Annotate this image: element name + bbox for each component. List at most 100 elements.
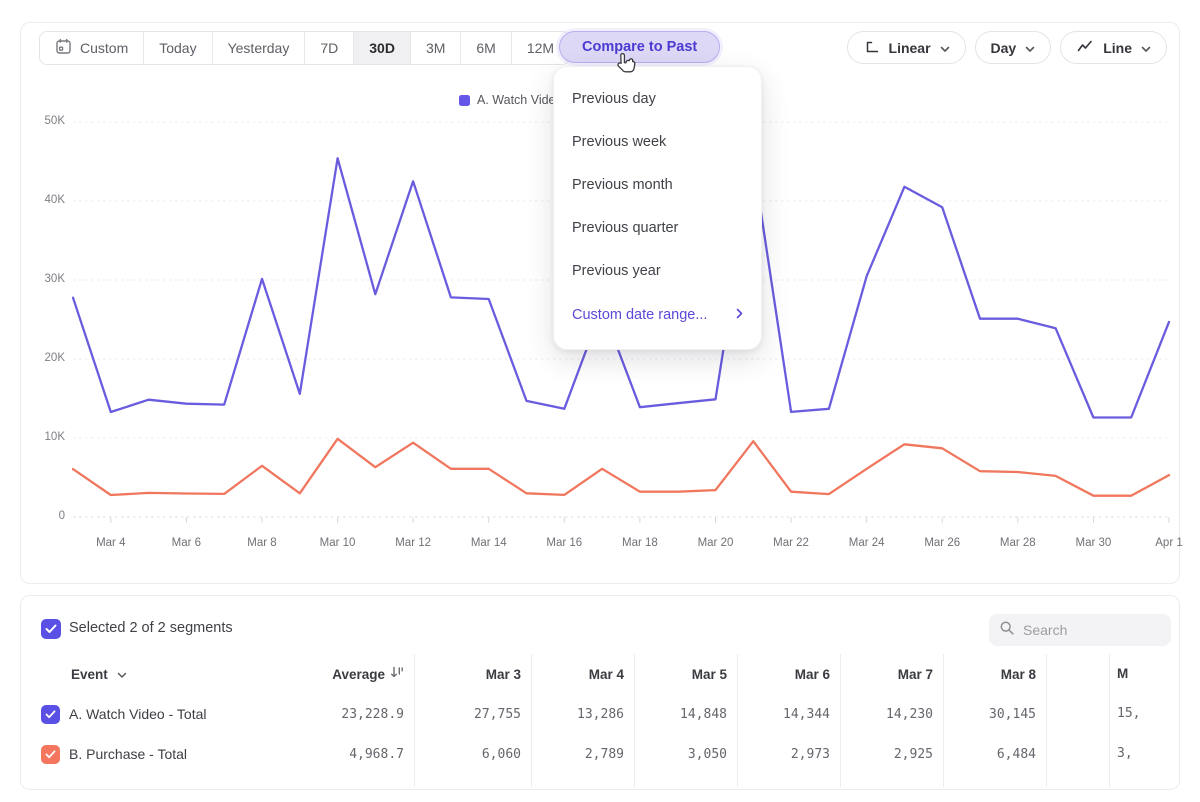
preset-3m[interactable]: 3M: [410, 32, 460, 64]
date-column-header[interactable]: Mar 8: [943, 667, 1046, 682]
value-cell: 3,050: [634, 747, 737, 762]
dashboard-page: 50K40K30K20K10K0 Mar 4Mar 6Mar 8Mar 10Ma…: [0, 0, 1200, 802]
chevron-down-icon: [117, 667, 127, 682]
date-column-header[interactable]: Mar 4: [531, 667, 634, 682]
preset-group: Custom Today Yesterday 7D 30D 3M 6M 12M: [39, 31, 570, 65]
x-tick-label: Mar 14: [471, 537, 507, 549]
date-column-header[interactable]: Mar 7: [840, 667, 943, 682]
select-all-checkbox[interactable]: [41, 619, 61, 639]
legend-label: A. Watch Video: [477, 93, 562, 107]
value-cell: 13,286: [531, 707, 634, 722]
segment-label: B. Purchase - Total: [69, 746, 187, 762]
average-column-header[interactable]: Average: [301, 666, 414, 682]
menu-item-custom-date-range[interactable]: Custom date range...: [554, 292, 761, 337]
x-tick-label: Mar 8: [247, 537, 276, 549]
preset-label: Today: [159, 40, 196, 56]
x-tick-label: Mar 24: [849, 537, 885, 549]
segment-checkbox[interactable]: [41, 745, 60, 764]
value-cell: 14,344: [737, 707, 840, 722]
sort-descending-icon: [390, 666, 404, 682]
segments-header: Selected 2 of 2 segments: [21, 596, 1179, 654]
x-tick-label: Mar 30: [1076, 537, 1112, 549]
preset-6m[interactable]: 6M: [460, 32, 510, 64]
value-cell: 30,145: [943, 707, 1046, 722]
search-box[interactable]: [989, 614, 1171, 646]
chart-legend: A. Watch Video: [459, 93, 562, 107]
chevron-down-icon: [1141, 40, 1151, 56]
value-cell: 6,060: [414, 747, 531, 762]
y-tick-label: 40K: [29, 194, 65, 206]
event-header-label: Event: [71, 667, 108, 682]
legend-swatch: [459, 95, 470, 106]
event-column-header[interactable]: Event: [21, 667, 301, 682]
average-cell: 4,968.7: [301, 747, 414, 762]
segments-card: Selected 2 of 2 segments Event Average: [20, 595, 1180, 790]
y-tick-label: 50K: [29, 115, 65, 127]
menu-item-previous-year[interactable]: Previous year: [554, 249, 761, 292]
chart-controls: Linear Day Line: [847, 31, 1167, 64]
segment-checkbox[interactable]: [41, 705, 60, 724]
preset-7d[interactable]: 7D: [304, 32, 353, 64]
menu-item-previous-week[interactable]: Previous week: [554, 120, 761, 163]
scale-dropdown[interactable]: Linear: [847, 31, 966, 64]
truncated-value-cell: 15,: [1117, 706, 1140, 721]
y-tick-label: 10K: [29, 431, 65, 443]
selected-summary: Selected 2 of 2 segments: [69, 620, 233, 636]
preset-label: 3M: [426, 40, 445, 56]
value-cell: 14,848: [634, 707, 737, 722]
value-cell: 2,925: [840, 747, 943, 762]
date-column-header[interactable]: Mar 6: [737, 667, 840, 682]
preset-yesterday[interactable]: Yesterday: [212, 32, 305, 64]
x-tick-label: Mar 12: [395, 537, 431, 549]
preset-today[interactable]: Today: [143, 32, 211, 64]
preset-label: 30D: [369, 40, 395, 56]
y-tick-label: 30K: [29, 273, 65, 285]
compare-to-past-button[interactable]: Compare to Past: [559, 31, 720, 63]
x-tick-label: Mar 4: [96, 537, 125, 549]
value-cell: 27,755: [414, 707, 531, 722]
preset-label: Custom: [80, 40, 128, 56]
y-tick-label: 20K: [29, 352, 65, 364]
x-tick-label: Mar 16: [546, 537, 582, 549]
search-icon: [999, 620, 1015, 641]
date-column-header[interactable]: Mar 3: [414, 667, 531, 682]
preset-label: 7D: [320, 40, 338, 56]
chart-type-dropdown[interactable]: Line: [1060, 31, 1167, 64]
chart-type-dropdown-label: Line: [1103, 40, 1132, 56]
x-tick-label: Mar 22: [773, 537, 809, 549]
table-row: A. Watch Video - Total 23,228.927,75513,2…: [21, 694, 1046, 734]
interval-dropdown[interactable]: Day: [975, 31, 1052, 64]
chevron-down-icon: [940, 40, 950, 56]
average-cell: 23,228.9: [301, 707, 414, 722]
x-tick-label: Mar 28: [1000, 537, 1036, 549]
value-cell: 2,789: [531, 747, 634, 762]
menu-item-previous-quarter[interactable]: Previous quarter: [554, 206, 761, 249]
x-tick-label: Mar 6: [172, 537, 201, 549]
column-separator: [1109, 654, 1110, 787]
chevron-down-icon: [1025, 40, 1035, 56]
x-tick-label: Mar 26: [924, 537, 960, 549]
preset-label: 12M: [527, 40, 554, 56]
segment-label: A. Watch Video - Total: [69, 706, 206, 722]
chart-toolbar: Custom Today Yesterday 7D 30D 3M 6M 12M Compare…: [21, 31, 1179, 65]
truncated-column-header: M: [1117, 666, 1128, 681]
x-tick-label: Apr 1: [1155, 537, 1183, 549]
interval-dropdown-label: Day: [991, 40, 1017, 56]
preset-label: 6M: [476, 40, 495, 56]
menu-item-previous-day[interactable]: Previous day: [554, 77, 761, 120]
preset-custom[interactable]: Custom: [40, 32, 143, 64]
x-tick-label: Mar 10: [320, 537, 356, 549]
scale-dropdown-label: Linear: [889, 40, 931, 56]
date-column-header[interactable]: Mar 5: [634, 667, 737, 682]
search-input[interactable]: [1023, 622, 1153, 638]
x-tick-label: Mar 20: [698, 537, 734, 549]
truncated-value-cell: 3,: [1117, 746, 1133, 761]
axis-icon: [863, 38, 880, 58]
menu-item-previous-month[interactable]: Previous month: [554, 163, 761, 206]
table-header-row: Event Average Mar 3Mar 4Mar 5Mar 6Mar 7M…: [21, 654, 1046, 694]
preset-30d[interactable]: 30D: [353, 32, 410, 64]
preset-label: Yesterday: [228, 40, 290, 56]
table-row: B. Purchase - Total 4,968.76,0602,7893,05…: [21, 734, 1046, 774]
event-cell: A. Watch Video - Total: [21, 705, 301, 724]
chevron-right-icon: [736, 307, 743, 323]
